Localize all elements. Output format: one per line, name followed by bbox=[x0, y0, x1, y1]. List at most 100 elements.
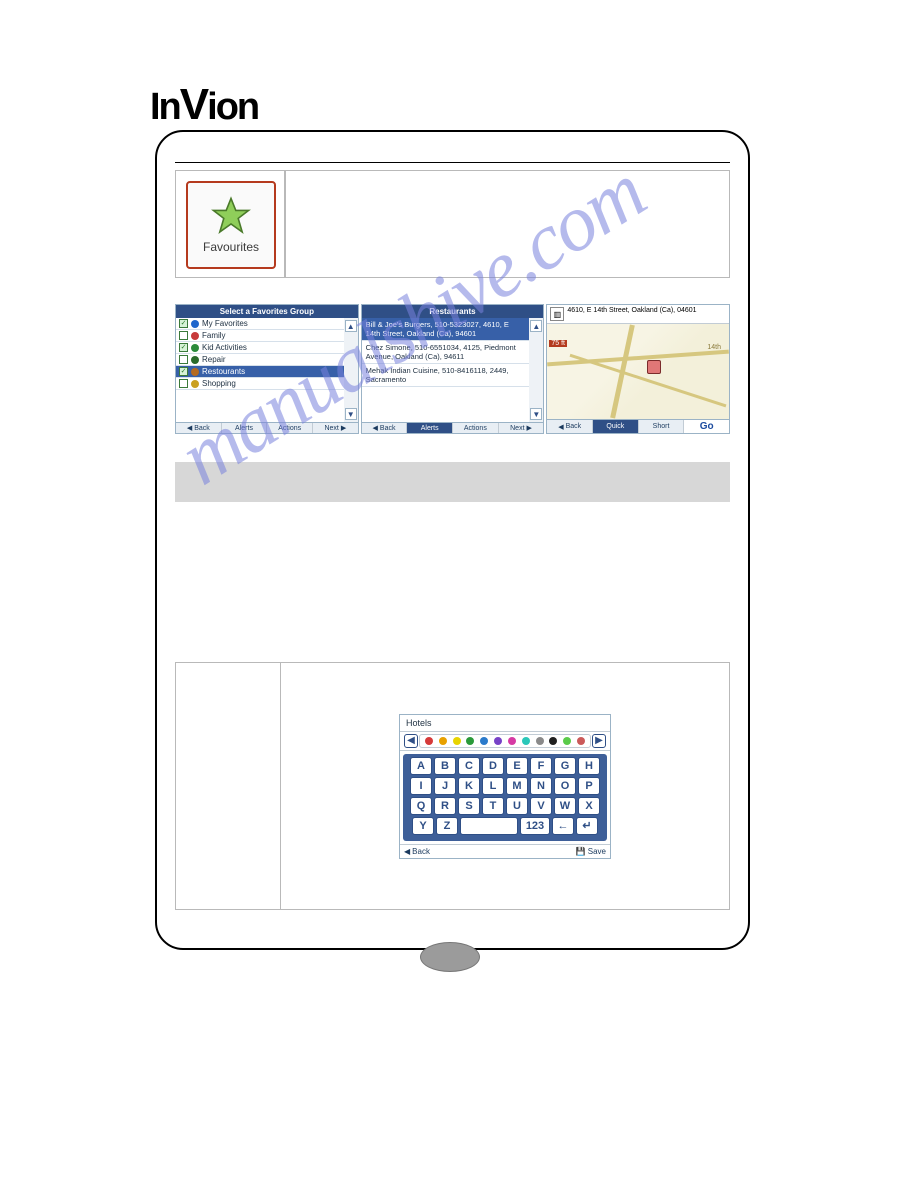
map-address-text: 4610, E 14th Street, Oakland (Ca), 04601 bbox=[567, 307, 696, 321]
key-c[interactable]: C bbox=[458, 757, 480, 775]
category-prev-button[interactable]: ◀ bbox=[404, 734, 418, 748]
category-icon[interactable] bbox=[549, 737, 557, 745]
key-f[interactable]: F bbox=[530, 757, 552, 775]
list-item-label: Repair bbox=[202, 355, 226, 364]
checkbox-icon[interactable]: ✓ bbox=[179, 367, 188, 376]
list-item[interactable]: ✓ My Favorites bbox=[176, 318, 344, 330]
list-item[interactable]: Chez Simone, 510-6551034, 4125, Piedmont… bbox=[362, 341, 530, 364]
panel1-scrollbar[interactable]: ▲ ▼ bbox=[344, 318, 358, 422]
category-icon[interactable] bbox=[494, 737, 502, 745]
key-b[interactable]: B bbox=[434, 757, 456, 775]
key-enter[interactable]: ↵ bbox=[576, 817, 598, 835]
category-icon[interactable] bbox=[508, 737, 516, 745]
panel2-title: Restaurants bbox=[362, 305, 544, 318]
category-icon[interactable] bbox=[466, 737, 474, 745]
key-backspace[interactable]: ← bbox=[552, 817, 574, 835]
actions-button[interactable]: Actions bbox=[267, 423, 313, 433]
keyboard-title: Hotels bbox=[400, 715, 610, 732]
category-icon[interactable] bbox=[563, 737, 571, 745]
key-m[interactable]: M bbox=[506, 777, 528, 795]
key-v[interactable]: V bbox=[530, 797, 552, 815]
map-address-bar: ▥ 4610, E 14th Street, Oakland (Ca), 046… bbox=[547, 305, 729, 324]
key-p[interactable]: P bbox=[578, 777, 600, 795]
key-l[interactable]: L bbox=[482, 777, 504, 795]
key-s[interactable]: S bbox=[458, 797, 480, 815]
key-x[interactable]: X bbox=[578, 797, 600, 815]
list-item-label: My Favorites bbox=[202, 319, 248, 328]
back-button[interactable]: Back bbox=[362, 423, 408, 433]
key-u[interactable]: U bbox=[506, 797, 528, 815]
quick-button[interactable]: Quick bbox=[593, 420, 639, 433]
key-space[interactable] bbox=[460, 817, 518, 835]
panel-map: ▥ 4610, E 14th Street, Oakland (Ca), 046… bbox=[546, 304, 730, 434]
key-w[interactable]: W bbox=[554, 797, 576, 815]
list-item-label: Restourants bbox=[202, 367, 245, 376]
back-button[interactable]: Back bbox=[176, 423, 222, 433]
category-icon[interactable] bbox=[577, 737, 585, 745]
category-icon[interactable] bbox=[425, 737, 433, 745]
checkbox-icon[interactable]: ✓ bbox=[179, 331, 188, 340]
alerts-button[interactable]: Alerts bbox=[407, 423, 453, 433]
panel2-scrollbar[interactable]: ▲ ▼ bbox=[529, 318, 543, 422]
list-item[interactable]: Mehak Indian Cuisine, 510-8416118, 2449,… bbox=[362, 364, 530, 387]
key-numeric[interactable]: 123 bbox=[520, 817, 550, 835]
list-item[interactable]: ✓Shopping bbox=[176, 378, 344, 390]
category-icon[interactable] bbox=[480, 737, 488, 745]
scroll-up-icon[interactable]: ▲ bbox=[345, 320, 357, 332]
map-marker-icon bbox=[647, 360, 661, 374]
checkbox-icon[interactable]: ✓ bbox=[179, 319, 188, 328]
panel2-footer: Back Alerts Actions Next bbox=[362, 422, 544, 433]
checkbox-icon[interactable]: ✓ bbox=[179, 343, 188, 352]
scroll-down-icon[interactable]: ▼ bbox=[345, 408, 357, 420]
key-t[interactable]: T bbox=[482, 797, 504, 815]
key-y[interactable]: Y bbox=[412, 817, 434, 835]
keyboard-row: IJKLMNOP bbox=[407, 777, 603, 795]
panel-select-favorites-group: Select a Favorites Group ✓My Favorites✓F… bbox=[175, 304, 359, 434]
next-button[interactable]: Next bbox=[313, 423, 358, 433]
alerts-button[interactable]: Alerts bbox=[222, 423, 268, 433]
list-item[interactable]: ✓ Restourants bbox=[176, 366, 344, 378]
device-home-button[interactable] bbox=[420, 942, 480, 972]
key-q[interactable]: Q bbox=[410, 797, 432, 815]
category-icon[interactable] bbox=[522, 737, 530, 745]
key-e[interactable]: E bbox=[506, 757, 528, 775]
checkbox-icon[interactable]: ✓ bbox=[179, 355, 188, 364]
next-button[interactable]: Next bbox=[499, 423, 544, 433]
keyboard-save-button[interactable]: 💾Save bbox=[505, 845, 610, 858]
checkbox-icon[interactable]: ✓ bbox=[179, 379, 188, 388]
back-button[interactable]: Back bbox=[547, 420, 593, 433]
category-icon[interactable] bbox=[536, 737, 544, 745]
list-item[interactable]: ✓ Kid Activities bbox=[176, 342, 344, 354]
key-i[interactable]: I bbox=[410, 777, 432, 795]
list-item[interactable]: ✓ Repair bbox=[176, 354, 344, 366]
key-r[interactable]: R bbox=[434, 797, 456, 815]
scroll-up-icon[interactable]: ▲ bbox=[530, 320, 542, 332]
key-j[interactable]: J bbox=[434, 777, 456, 795]
go-button[interactable]: Go bbox=[684, 420, 729, 433]
panel1-list: ✓ My Favorites ✓ Family ✓ Kid Activities ✓ Repa… bbox=[176, 318, 344, 422]
key-h[interactable]: H bbox=[578, 757, 600, 775]
key-a[interactable]: A bbox=[410, 757, 432, 775]
favourites-tile[interactable]: Favourites bbox=[186, 181, 276, 269]
list-item-label: Family bbox=[202, 331, 226, 340]
category-icons[interactable] bbox=[419, 734, 591, 748]
list-item-label: Kid Activities bbox=[202, 343, 247, 352]
list-item[interactable]: ✓ Family bbox=[176, 330, 344, 342]
key-n[interactable]: N bbox=[530, 777, 552, 795]
category-dot-icon bbox=[191, 356, 199, 364]
keyboard-back-button[interactable]: ◀Back bbox=[400, 845, 505, 858]
list-item[interactable]: Bill & Joe's Burgers, 510-5323027, 4610,… bbox=[362, 318, 530, 341]
map-canvas[interactable]: 75 ft 14th bbox=[547, 324, 729, 419]
key-k[interactable]: K bbox=[458, 777, 480, 795]
short-button[interactable]: Short bbox=[639, 420, 685, 433]
key-z[interactable]: Z bbox=[436, 817, 458, 835]
actions-button[interactable]: Actions bbox=[453, 423, 499, 433]
key-g[interactable]: G bbox=[554, 757, 576, 775]
category-icon[interactable] bbox=[453, 737, 461, 745]
key-o[interactable]: O bbox=[554, 777, 576, 795]
scroll-down-icon[interactable]: ▼ bbox=[530, 408, 542, 420]
category-next-button[interactable]: ▶ bbox=[592, 734, 606, 748]
key-d[interactable]: D bbox=[482, 757, 504, 775]
category-icon[interactable] bbox=[439, 737, 447, 745]
distance-badge: 75 ft bbox=[549, 340, 567, 347]
